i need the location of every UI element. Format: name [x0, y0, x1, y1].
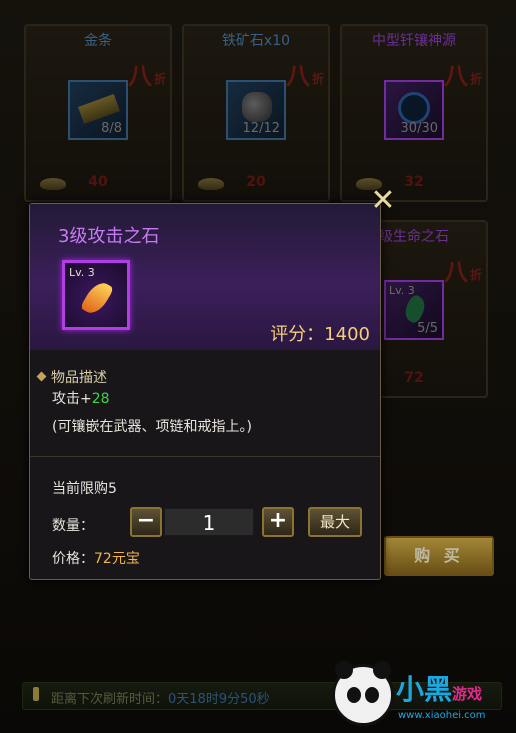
logo-title-main: 小黑	[396, 673, 453, 706]
quantity-plus-button[interactable]: +	[262, 507, 294, 537]
item-icon-slot: Lv. 3	[62, 260, 130, 330]
close-icon[interactable]: ✕	[368, 186, 398, 216]
divider	[30, 456, 380, 457]
item-level: Lv. 3	[69, 266, 95, 279]
quantity-minus-button[interactable]: −	[130, 507, 162, 537]
attr-label: 攻击+	[52, 391, 92, 407]
diamond-bullet-icon	[36, 371, 47, 382]
price-value: 72元宝	[94, 551, 140, 567]
description-heading: 物品描述	[36, 367, 107, 387]
max-quantity-button[interactable]: 最大	[308, 507, 362, 537]
logo-subtitle: 游戏	[452, 685, 483, 703]
attack-stone-icon	[79, 278, 115, 318]
item-title: 3级攻击之石	[58, 226, 160, 247]
description-heading-text: 物品描述	[51, 370, 107, 386]
quantity-input[interactable]: 1	[164, 508, 254, 536]
dialog-header: 3级攻击之石 Lv. 3 评分：1400	[30, 204, 380, 350]
logo-title: 小黑游戏	[396, 668, 482, 708]
watermark-logo: 小黑游戏 www.xiaohei.com	[330, 661, 514, 730]
logo-url: www.xiaohei.com	[398, 710, 486, 721]
purchase-limit: 当前限购5	[52, 481, 117, 497]
panda-icon	[332, 661, 394, 726]
attr-value: 28	[91, 391, 110, 407]
item-score: 评分：1400	[270, 324, 370, 345]
item-detail-dialog: 3级攻击之石 Lv. 3 评分：1400 物品描述 攻击+28 (可镶嵌在武器、…	[29, 203, 381, 580]
item-attribute: 攻击+28	[52, 388, 110, 408]
quantity-label: 数量：	[52, 518, 94, 534]
item-note: (可镶嵌在武器、项链和戒指上。)	[52, 419, 252, 435]
price-label: 价格：	[52, 551, 94, 567]
price-line: 价格：72元宝	[52, 548, 140, 568]
